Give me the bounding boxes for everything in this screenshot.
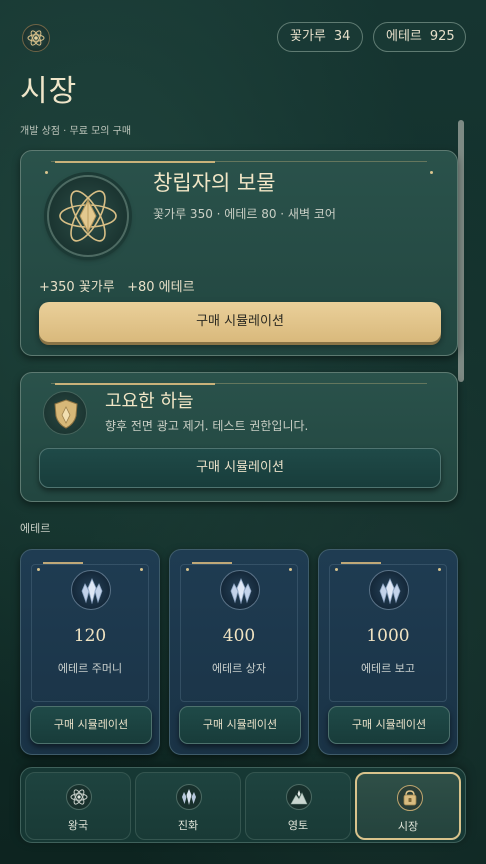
offer-description: 꽃가루 350 · 에테르 80 · 새벽 코어 xyxy=(153,207,336,221)
ether-pack-name: 에테르 상자 xyxy=(211,662,267,675)
ether-label: 에테르 xyxy=(386,29,422,44)
page-subtitle: 개발 상점 · 무료 모의 구매 xyxy=(20,126,132,137)
territory-icon xyxy=(286,784,312,810)
bottom-nav: 왕국 진화 영토 시장 xyxy=(20,767,466,843)
crystal-icon xyxy=(176,784,202,810)
nav-item-evolution[interactable]: 진화 xyxy=(135,772,241,840)
nav-label: 시장 xyxy=(397,820,419,833)
ether-value: 925 xyxy=(429,29,455,44)
market-screen: 꽃가루 34 에테르 925 시장 개발 상점 · 무료 모의 구매 창립자의 보물… xyxy=(0,0,486,864)
atom-emblem-icon xyxy=(47,175,129,257)
ether-pack-card: 120 에테르 주머니 구매 시뮬레이션 xyxy=(20,549,160,755)
crystal-icon xyxy=(71,570,111,610)
crystal-icon xyxy=(369,570,409,610)
card-ornament-dot xyxy=(37,568,40,571)
simulate-purchase-button[interactable]: 구매 시뮬레이션 xyxy=(39,302,441,342)
atom-emblem-icon[interactable] xyxy=(22,24,50,52)
atom-icon xyxy=(66,784,92,810)
nav-label: 진화 xyxy=(177,819,199,832)
crystal-icon xyxy=(220,570,260,610)
ether-pack-card: 1000 에테르 보고 구매 시뮬레이션 xyxy=(318,549,458,755)
ether-pack-name: 에테르 주머니 xyxy=(57,662,123,675)
bag-icon xyxy=(397,785,423,811)
ether-pack-card: 400 에테르 상자 구매 시뮬레이션 xyxy=(169,549,309,755)
card-ornament-dot xyxy=(430,171,433,174)
card-ornament-dot xyxy=(438,568,441,571)
simulate-purchase-button[interactable]: 구매 시뮬레이션 xyxy=(39,448,441,488)
card-ornament xyxy=(341,562,381,564)
offer-title: 창립자의 보물 xyxy=(153,171,276,195)
pollen-label: 꽃가루 xyxy=(290,29,326,44)
card-ornament xyxy=(55,161,215,163)
section-label-ether: 에테르 xyxy=(20,522,51,535)
nav-label: 왕국 xyxy=(67,819,89,832)
ether-amount: 1000 xyxy=(366,626,410,646)
simulate-purchase-button[interactable]: 구매 시뮬레이션 xyxy=(328,706,450,744)
nav-item-market[interactable]: 시장 xyxy=(355,772,461,840)
shield-icon xyxy=(43,391,87,435)
nav-item-territory[interactable]: 영토 xyxy=(245,772,351,840)
card-ornament-dot xyxy=(289,568,292,571)
simulate-purchase-button[interactable]: 구매 시뮬레이션 xyxy=(30,706,152,744)
card-ornament xyxy=(192,562,232,564)
card-ornament xyxy=(43,562,83,564)
page-title: 시장 xyxy=(20,74,78,109)
scrollbar[interactable] xyxy=(458,120,464,382)
card-ornament-dot xyxy=(335,568,338,571)
pollen-value: 34 xyxy=(333,29,351,44)
offer-reward: +350 꽃가루 +80 에테르 xyxy=(39,280,195,295)
offer-description: 향후 전면 광고 제거. 테스트 권한입니다. xyxy=(105,419,309,433)
offer-card-calm-sky: 고요한 하늘 향후 전면 광고 제거. 테스트 권한입니다. 구매 시뮬레이션 xyxy=(20,372,458,502)
card-ornament xyxy=(55,383,215,385)
ether-pack-name: 에테르 보고 xyxy=(360,662,416,675)
ether-balance: 에테르 925 xyxy=(373,22,466,52)
card-ornament-dot xyxy=(45,171,48,174)
card-ornament-dot xyxy=(186,568,189,571)
ether-amount: 400 xyxy=(222,626,256,646)
nav-item-kingdom[interactable]: 왕국 xyxy=(25,772,131,840)
offer-card-founders-treasure: 창립자의 보물 꽃가루 350 · 에테르 80 · 새벽 코어 +350 꽃가… xyxy=(20,150,458,356)
nav-label: 영토 xyxy=(287,819,309,832)
ether-amount: 120 xyxy=(73,626,107,646)
pollen-balance: 꽃가루 34 xyxy=(277,22,363,52)
offer-title: 고요한 하늘 xyxy=(105,391,194,412)
simulate-purchase-button[interactable]: 구매 시뮬레이션 xyxy=(179,706,301,744)
card-ornament-dot xyxy=(140,568,143,571)
